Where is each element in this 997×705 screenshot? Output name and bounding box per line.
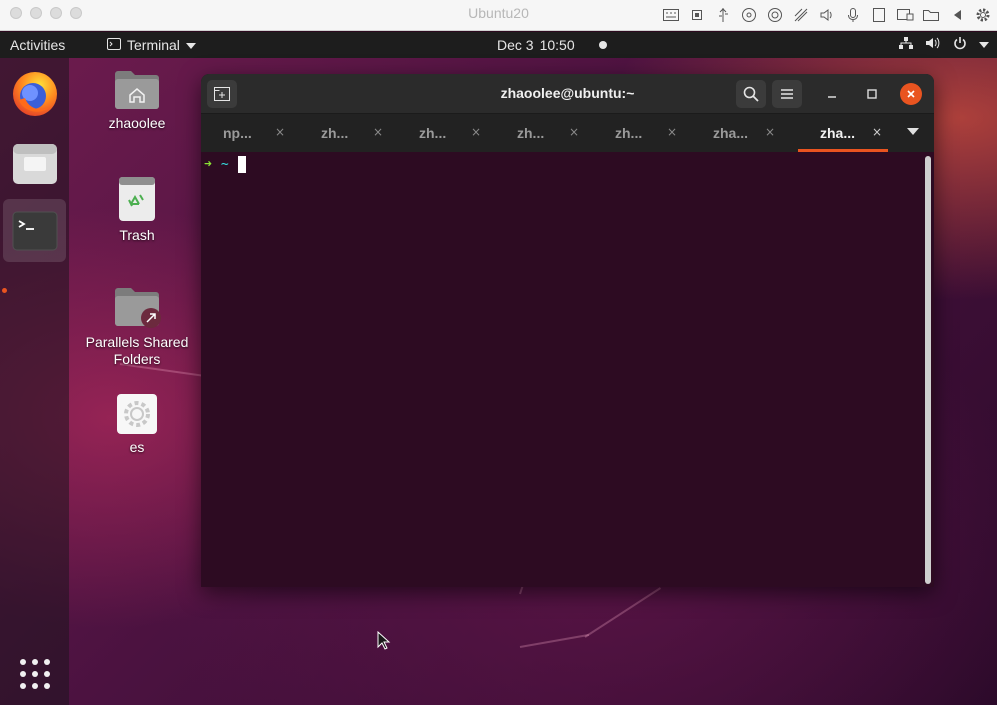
wallpaper-streak: [584, 587, 662, 638]
close-button[interactable]: [900, 83, 922, 105]
terminal-icon: [12, 211, 57, 250]
wallpaper-streak: [519, 633, 590, 648]
desktop-icon-trash[interactable]: Trash: [75, 176, 199, 244]
power-icon: [953, 36, 967, 53]
prompt-directory: ~: [220, 157, 229, 172]
shared-folder-icon: [113, 285, 161, 329]
system-menu-button[interactable]: [899, 36, 989, 53]
terminal-app-icon: [107, 37, 121, 53]
tab-label: np...: [223, 125, 252, 141]
files-icon: [12, 143, 57, 184]
search-button[interactable]: [736, 80, 766, 108]
shell-prompt: ➜ ~: [204, 156, 246, 173]
network-icon[interactable]: [791, 5, 811, 25]
activities-button[interactable]: Activities: [10, 37, 65, 53]
gear-icon[interactable]: [973, 5, 993, 25]
search-icon: [743, 86, 759, 102]
notification-dot-icon: [598, 41, 607, 49]
trash-icon: [117, 176, 157, 222]
cpu-icon[interactable]: [687, 5, 707, 25]
prompt-arrow-icon: ➜: [204, 157, 212, 172]
hamburger-icon: [781, 89, 793, 99]
dock: [0, 58, 69, 705]
tab-close-icon[interactable]: ×: [275, 125, 285, 139]
text-cursor: [237, 156, 246, 173]
tabs-overflow-chevron-icon[interactable]: [907, 128, 919, 135]
maximize-button[interactable]: [861, 83, 883, 105]
camera-icon[interactable]: [765, 5, 785, 25]
arrow-left-icon[interactable]: [947, 5, 967, 25]
running-indicator: [2, 288, 7, 293]
desktop-icon-parallels-shared[interactable]: Parallels Shared Folders: [75, 285, 199, 368]
desktop-icon-label: Parallels Shared Folders: [85, 334, 189, 367]
host-device-toolbar: [661, 5, 993, 25]
desktop-icon-label: Trash: [119, 227, 155, 243]
minimize-button[interactable]: [821, 83, 843, 105]
tab-label: zh...: [615, 125, 643, 141]
host-window-titlebar: Ubuntu20: [0, 0, 997, 31]
printer-icon[interactable]: [869, 5, 889, 25]
volume-icon: [925, 36, 941, 53]
show-applications-button[interactable]: [3, 642, 66, 705]
cd-icon[interactable]: [739, 5, 759, 25]
microphone-icon[interactable]: [843, 5, 863, 25]
tab-label: zh...: [517, 125, 545, 141]
tab-close-icon[interactable]: ×: [373, 125, 383, 139]
tab[interactable]: np... ×: [201, 114, 299, 152]
tab-close-icon[interactable]: ×: [872, 125, 882, 139]
tab-close-icon[interactable]: ×: [569, 125, 579, 139]
terminal-content[interactable]: ➜ ~: [201, 152, 934, 587]
tab[interactable]: zh... ×: [495, 114, 593, 152]
firefox-icon: [12, 71, 57, 116]
clock-date: Dec 3: [497, 37, 534, 53]
tab[interactable]: zha... ×: [691, 114, 789, 152]
tab[interactable]: zh... ×: [299, 114, 397, 152]
tab-label: zha...: [713, 125, 749, 141]
tab-close-icon[interactable]: ×: [471, 125, 481, 139]
terminal-headerbar[interactable]: zhaoolee@ubuntu:~: [201, 74, 934, 114]
home-folder-icon: [113, 68, 161, 110]
tab[interactable]: zh... ×: [593, 114, 691, 152]
clock-time: 10:50: [539, 37, 575, 53]
close-icon: [907, 90, 915, 98]
desktop-icon-label: zhaoolee: [108, 115, 166, 131]
minimize-icon: [828, 96, 836, 98]
tab[interactable]: zh... ×: [397, 114, 495, 152]
dock-firefox[interactable]: [3, 62, 66, 125]
dock-files[interactable]: [3, 131, 66, 194]
maximize-icon: [867, 89, 877, 99]
network-wired-icon: [899, 36, 913, 53]
tab-active[interactable]: zha... ×: [798, 114, 896, 152]
tab-close-icon[interactable]: ×: [765, 125, 775, 139]
chevron-down-icon: [979, 37, 989, 52]
desktop-icon-es[interactable]: es: [75, 394, 199, 456]
app-menu-label: Terminal: [127, 37, 180, 53]
mouse-pointer-icon: [377, 630, 391, 655]
tab-label: zh...: [419, 125, 447, 141]
chevron-down-icon: [185, 37, 196, 53]
tab-label: zha...: [820, 125, 856, 141]
app-menu-button[interactable]: Terminal: [107, 37, 196, 53]
usb-icon[interactable]: [713, 5, 733, 25]
terminal-scrollbar[interactable]: [925, 156, 931, 584]
clock-button[interactable]: Dec 3 10:50: [497, 37, 607, 53]
tab-label: zh...: [321, 125, 349, 141]
speaker-icon[interactable]: [817, 5, 837, 25]
desktop-icon-home[interactable]: zhaoolee: [75, 68, 199, 132]
keyboard-icon[interactable]: [661, 5, 681, 25]
tab-close-icon[interactable]: ×: [667, 125, 677, 139]
gnome-top-bar: Activities Terminal Dec 3 10:50: [0, 32, 997, 58]
terminal-window[interactable]: zhaoolee@ubuntu:~ np... × zh... × zh... …: [201, 74, 934, 587]
shared-folder-icon[interactable]: [921, 5, 941, 25]
tab-bar: np... × zh... × zh... × zh... × zh... × …: [201, 114, 934, 152]
settings-file-icon: [117, 394, 157, 434]
dock-terminal[interactable]: [3, 199, 66, 262]
app-grid-icon: [19, 658, 50, 689]
hamburger-menu-button[interactable]: [772, 80, 802, 108]
desktop-icon-label: es: [129, 439, 145, 455]
display-icon[interactable]: [895, 5, 915, 25]
